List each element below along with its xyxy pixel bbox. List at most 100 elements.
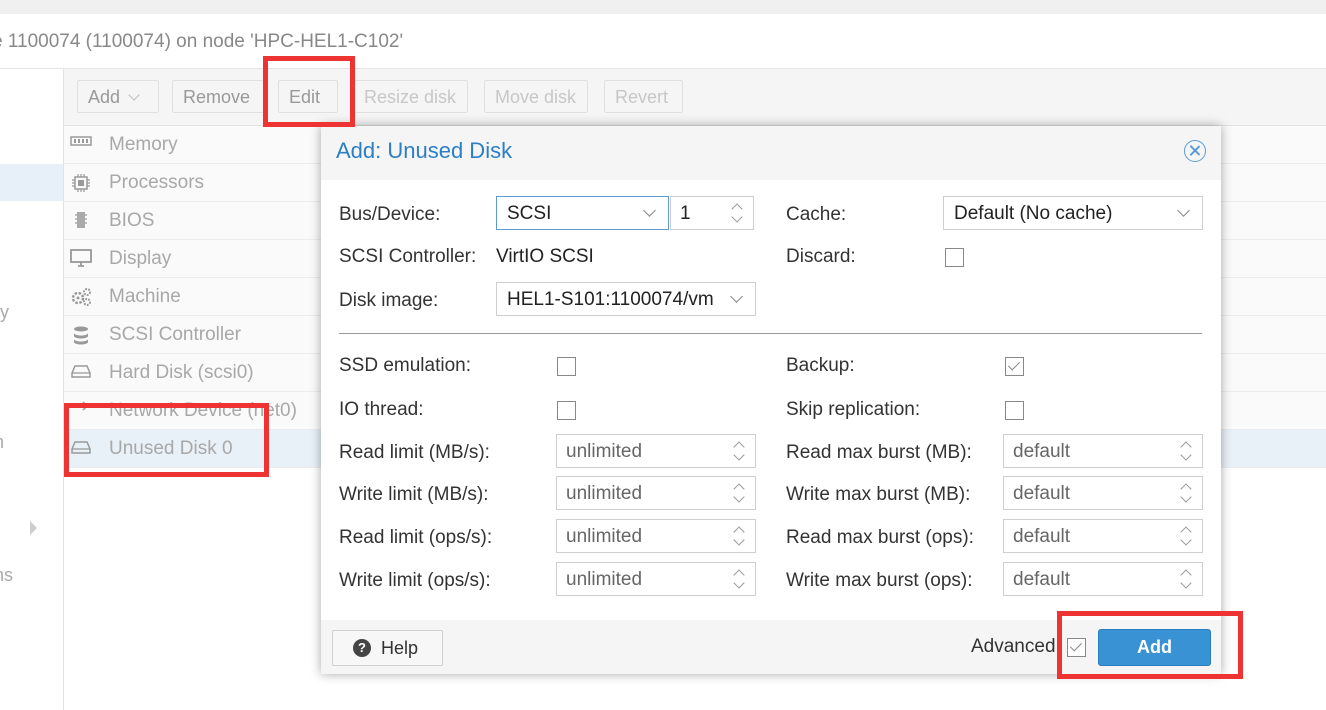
bus-select[interactable]: SCSI (496, 196, 669, 230)
hardware-label: Hard Disk (scsi0) (109, 362, 254, 383)
nav-item-fragment[interactable]: ns (0, 565, 13, 586)
top-strip (0, 0, 1326, 14)
hardware-label: Machine (109, 286, 181, 307)
left-navigation: ry n ns (0, 69, 64, 710)
nav-item-fragment[interactable]: ry (0, 302, 9, 323)
monitor-icon (70, 249, 92, 269)
read-burst-ops-input[interactable]: default (1003, 519, 1203, 553)
hardware-label: Unused Disk 0 (109, 438, 233, 459)
read-burst-mb-input[interactable]: default (1003, 434, 1203, 468)
hdd-icon (70, 439, 92, 459)
backup-label: Backup: (786, 355, 855, 376)
write-limit-ops-input[interactable]: unlimited (556, 562, 756, 596)
advanced-checkbox[interactable] (1067, 638, 1086, 657)
skip-replication-checkbox[interactable] (1005, 401, 1024, 420)
read-burst-mb-label: Read max burst (MB): (786, 442, 972, 463)
write-limit-ops-value: unlimited (566, 569, 643, 590)
hardware-toolbar: Add Remove Edit Resize disk Move disk Re… (64, 69, 1326, 126)
write-limit-mb-input[interactable]: unlimited (556, 476, 756, 510)
add-menu-label: Add (88, 87, 121, 107)
chevron-down-icon (643, 204, 656, 217)
hardware-label: Network Device (net0) (109, 400, 297, 421)
write-burst-mb-value: default (1013, 483, 1071, 504)
discard-checkbox[interactable] (945, 248, 964, 267)
gears-icon (70, 287, 92, 307)
write-burst-ops-value: default (1013, 569, 1071, 590)
help-icon: ? (353, 639, 371, 657)
write-limit-ops-label: Write limit (ops/s): (339, 570, 491, 591)
spinner-down-icon[interactable] (733, 534, 745, 546)
add-button[interactable]: Add (1098, 629, 1211, 666)
write-burst-mb-label: Write max burst (MB): (786, 484, 971, 505)
hardware-label: Display (109, 248, 172, 269)
bios-icon (70, 211, 92, 231)
resize-disk-button[interactable]: Resize disk (353, 80, 468, 113)
read-burst-ops-label: Read max burst (ops): (786, 527, 974, 548)
hardware-label: BIOS (109, 210, 155, 231)
read-limit-mb-value: unlimited (566, 441, 643, 462)
cpu-icon (70, 173, 92, 193)
dialog-title: Add: Unused Disk (336, 138, 513, 163)
spinner-down-icon[interactable] (1180, 534, 1192, 546)
nav-item-hardware-selected[interactable] (0, 164, 63, 201)
disk-image-value: HEL1-S101:1100074/vm (507, 289, 714, 310)
write-limit-mb-value: unlimited (566, 483, 643, 504)
advanced-label: Advanced (971, 636, 1056, 657)
skip-replication-label: Skip replication: (786, 399, 921, 420)
add-menu-button[interactable]: Add (77, 80, 159, 113)
dialog-footer: ? Help Advanced Add (321, 620, 1221, 674)
spinner-down-icon[interactable] (733, 577, 745, 589)
chevron-down-icon (128, 89, 140, 101)
io-thread-checkbox[interactable] (557, 401, 576, 420)
ssd-emulation-checkbox[interactable] (557, 357, 576, 376)
ssd-emulation-label: SSD emulation: (339, 355, 472, 376)
scsi-controller-label: SCSI Controller: (339, 246, 477, 267)
hardware-label: Processors (109, 172, 205, 193)
nav-item-fragment[interactable]: n (0, 432, 4, 453)
hardware-label: Memory (109, 134, 178, 155)
discard-label: Discard: (786, 246, 856, 267)
io-thread-label: IO thread: (339, 399, 424, 420)
expand-arrow-icon[interactable] (30, 521, 37, 535)
hdd-icon (70, 363, 92, 383)
cache-label: Cache: (786, 204, 847, 225)
disk-image-label: Disk image: (339, 290, 439, 311)
read-burst-ops-value: default (1013, 526, 1071, 547)
write-burst-ops-input[interactable]: default (1003, 562, 1203, 596)
add-unused-disk-dialog: Add: Unused Disk Bus/Device: SCSI 1 SCSI… (321, 126, 1221, 674)
device-number-spinner[interactable]: 1 (670, 196, 754, 230)
bus-select-value: SCSI (507, 203, 552, 224)
device-number-value: 1 (680, 203, 691, 224)
remove-button[interactable]: Remove (172, 80, 264, 113)
spinner-down-icon[interactable] (731, 211, 743, 223)
spinner-down-icon[interactable] (733, 449, 745, 461)
revert-button[interactable]: Revert (604, 80, 683, 113)
disk-image-select[interactable]: HEL1-S101:1100074/vm (496, 282, 756, 316)
read-limit-ops-value: unlimited (566, 526, 643, 547)
spinner-down-icon[interactable] (1180, 491, 1192, 503)
move-disk-button[interactable]: Move disk (484, 80, 588, 113)
database-icon (70, 325, 92, 345)
spinner-down-icon[interactable] (1180, 449, 1192, 461)
read-burst-mb-value: default (1013, 441, 1071, 462)
edit-button[interactable]: Edit (278, 80, 338, 113)
spinner-down-icon[interactable] (1180, 577, 1192, 589)
chevron-down-icon (1177, 204, 1190, 217)
read-limit-mb-input[interactable]: unlimited (556, 434, 756, 468)
write-burst-mb-input[interactable]: default (1003, 476, 1203, 510)
spinner-down-icon[interactable] (733, 491, 745, 503)
write-burst-ops-label: Write max burst (ops): (786, 570, 973, 591)
page-title: e 1100074 (1100074) on node 'HPC-HEL1-C1… (0, 31, 404, 52)
scsi-controller-value: VirtIO SCSI (496, 246, 594, 267)
hardware-label: SCSI Controller (109, 324, 241, 345)
backup-checkbox[interactable] (1005, 357, 1024, 376)
bus-device-label: Bus/Device: (339, 204, 441, 225)
dialog-header: Add: Unused Disk (321, 126, 1221, 180)
read-limit-ops-label: Read limit (ops/s): (339, 527, 493, 548)
network-icon (70, 401, 92, 421)
cache-select[interactable]: Default (No cache) (943, 196, 1203, 230)
read-limit-ops-input[interactable]: unlimited (556, 519, 756, 553)
close-icon[interactable] (1184, 140, 1206, 162)
write-limit-mb-label: Write limit (MB/s): (339, 484, 489, 505)
help-button[interactable]: ? Help (332, 630, 443, 666)
